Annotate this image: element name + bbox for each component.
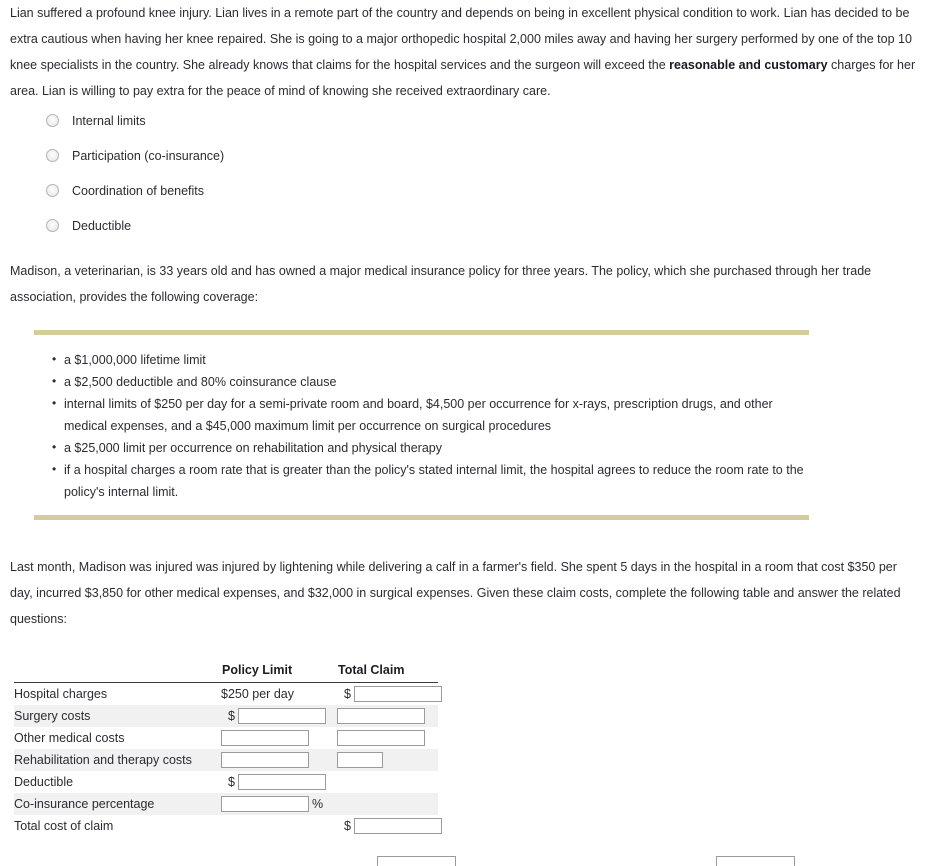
policy-limit-cell: $250 per day — [221, 683, 337, 706]
policy-limit-input[interactable] — [221, 796, 309, 812]
policy-limit-cell: % — [221, 793, 337, 815]
total-claim-input[interactable] — [353, 686, 442, 702]
total-claim-cell — [337, 705, 438, 727]
policy-limit-input[interactable] — [237, 774, 326, 790]
list-item: internal limits of $250 per day for a se… — [52, 392, 809, 437]
option-label: Coordination of benefits — [72, 183, 205, 198]
table-row: Total cost of claim $ — [14, 815, 442, 837]
option-label: Participation (co-insurance) — [72, 148, 225, 163]
list-item: a $25,000 limit per occurrence on rehabi… — [52, 436, 809, 459]
total-claim-input[interactable] — [353, 818, 442, 834]
radio-icon[interactable] — [46, 219, 59, 232]
row-label: Rehabilitation and therapy costs — [14, 749, 221, 771]
row-label: Co-insurance percentage — [14, 793, 221, 815]
row-label: Total cost of claim — [14, 819, 114, 833]
claim-table-container: Policy Limit Total Claim Hospital charge… — [14, 663, 442, 838]
column-header-total-claim: Total Claim — [337, 663, 438, 683]
total-claim-cell — [337, 749, 438, 771]
policy-limit-input[interactable] — [221, 730, 309, 746]
currency-symbol: $ — [228, 775, 235, 789]
total-claim-input[interactable] — [337, 708, 425, 724]
total-claim-cell: $ — [337, 815, 442, 837]
radio-icon[interactable] — [46, 114, 59, 127]
option-label: Internal limits — [72, 113, 146, 128]
policy-limit-cell — [221, 727, 337, 749]
claim-table: Policy Limit Total Claim Hospital charge… — [14, 663, 442, 838]
page-root: Lian suffered a profound knee injury. Li… — [0, 0, 944, 866]
list-item: if a hospital charges a room rate that i… — [52, 458, 809, 503]
total-claim-cell — [337, 771, 438, 793]
currency-symbol: $ — [344, 687, 351, 701]
table-row: Other medical costs — [14, 727, 438, 749]
claim-table-body: Hospital charges $250 per day $ Surgery cos… — [14, 683, 442, 838]
option-coordination-of-benefits[interactable]: Coordination of benefits — [0, 173, 500, 208]
total-claim-cell — [337, 793, 438, 815]
total-claim-input[interactable] — [337, 752, 383, 768]
list-item: a $2,500 deductible and 80% coinsurance … — [52, 370, 809, 393]
option-label: Deductible — [72, 218, 132, 233]
question-1-options: Internal limits Participation (co-insura… — [0, 103, 500, 243]
policy-limit-cell — [221, 749, 337, 771]
total-claim-input[interactable] — [337, 730, 425, 746]
coverage-details-box: a $1,000,000 lifetime limit a $2,500 ded… — [34, 330, 809, 520]
table-row: Rehabilitation and therapy costs — [14, 749, 438, 771]
option-deductible[interactable]: Deductible — [0, 208, 500, 243]
table-row: Hospital charges $250 per day $ — [14, 683, 442, 706]
coverage-list: a $1,000,000 lifetime limit a $2,500 ded… — [34, 335, 809, 515]
total-claim-cell — [337, 727, 438, 749]
policy-limit-input[interactable] — [237, 708, 326, 724]
policy-limit-input[interactable] — [221, 752, 309, 768]
policy-limit-cell: $ — [221, 705, 337, 727]
radio-icon[interactable] — [46, 184, 59, 197]
list-item: a $1,000,000 lifetime limit — [52, 348, 809, 371]
row-label: Surgery costs — [14, 705, 221, 727]
row-label: Other medical costs — [14, 731, 125, 745]
option-internal-limits[interactable]: Internal limits — [0, 103, 500, 138]
question-1-paragraph: Lian suffered a profound knee injury. Li… — [0, 0, 942, 104]
table-header-row: Policy Limit Total Claim — [14, 663, 438, 683]
percent-symbol: % — [312, 797, 324, 811]
column-header-item — [14, 663, 221, 683]
column-header-policy-limit: Policy Limit — [221, 663, 337, 683]
table-row: Surgery costs $ — [14, 705, 438, 727]
policy-limit-value: $250 per day — [221, 687, 294, 701]
intro-bold-phrase: reasonable and customary — [669, 58, 828, 72]
option-participation[interactable]: Participation (co-insurance) — [0, 138, 500, 173]
table-row: Co-insurance percentage% — [14, 793, 438, 815]
policy-intro-paragraph: Madison, a veterinarian, is 33 years old… — [10, 264, 872, 304]
currency-symbol: $ — [344, 819, 351, 833]
total-claim-cell: $ — [337, 683, 442, 706]
currency-symbol: $ — [228, 709, 235, 723]
policy-limit-cell — [221, 815, 337, 837]
policy-limit-cell: $ — [221, 771, 337, 793]
claim-scenario-paragraph: Last month, Madison was injured was inju… — [10, 560, 901, 626]
coverage-bottom-rule — [34, 515, 809, 520]
table-row: Deductible $ — [14, 771, 438, 793]
row-label: Deductible — [14, 775, 74, 789]
row-label: Hospital charges — [14, 687, 108, 701]
radio-icon[interactable] — [46, 149, 59, 162]
